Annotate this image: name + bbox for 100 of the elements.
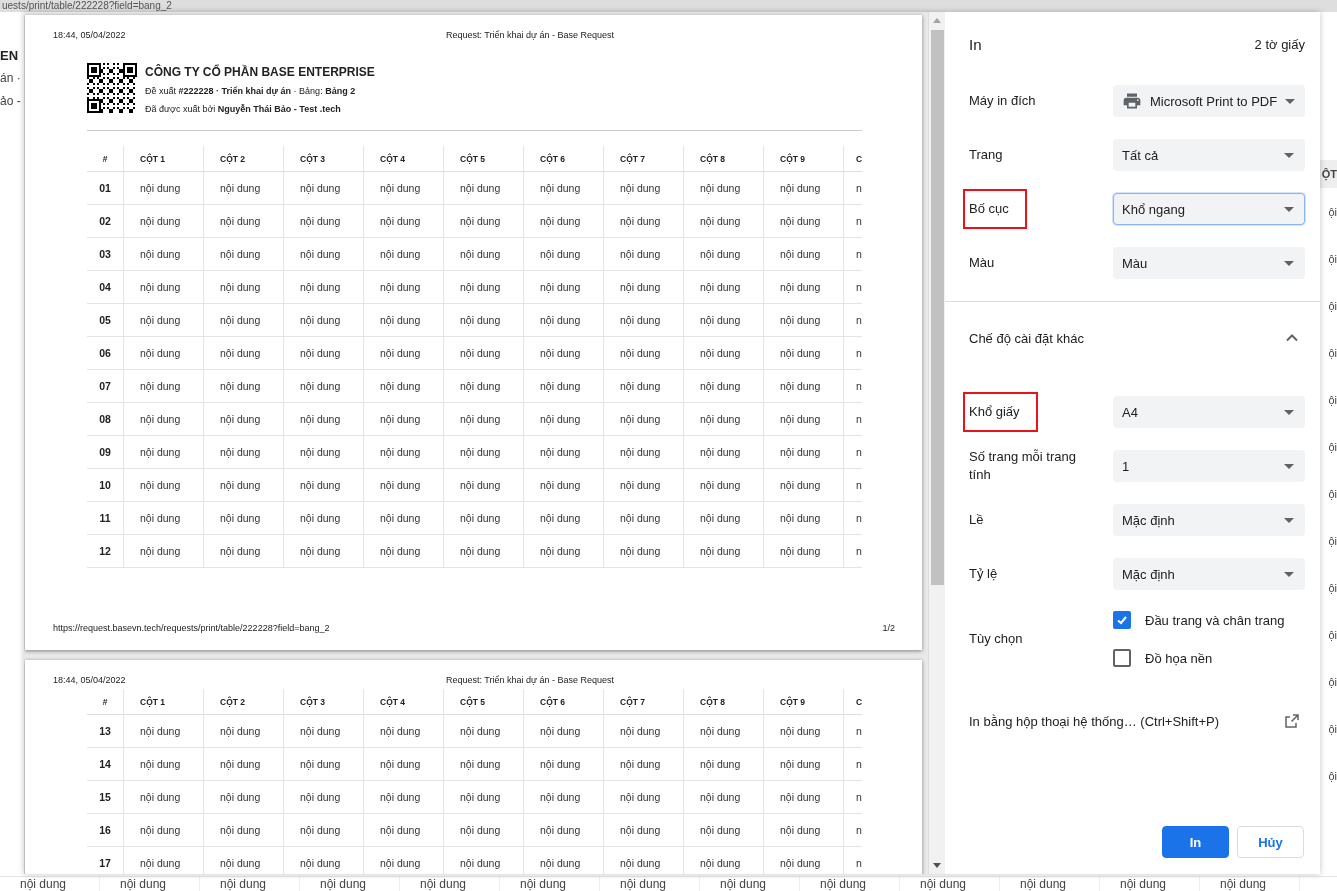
table-cell: nội dung [763,781,843,814]
checkbox[interactable] [1113,649,1131,667]
field-label: Bố cục [963,189,1027,229]
row-number: 17 [87,847,123,874]
table-cell: nội dung [203,502,283,535]
table-cell: nội dung [363,403,443,436]
background-text: ỘT [1321,168,1337,180]
table-cell: nội dung [203,469,283,502]
table-cell: n [843,715,862,748]
background-text: ội [1328,439,1337,455]
table-cell: nội dung [763,748,843,781]
table-cell: nội dung [603,847,683,874]
table-cell: nội dung [363,205,443,238]
column-header: C [843,689,862,715]
table-cell: nội dung [683,469,763,502]
dialog-title: In [969,35,982,53]
background-cell: nội dung [800,877,900,891]
table-cell: nội dung [363,715,443,748]
row-number: 03 [87,238,123,271]
print-button[interactable]: In [1162,826,1229,858]
table-cell: n [843,469,862,502]
column-header: CỘT 3 [283,146,363,172]
table-cell: nội dung [603,271,683,304]
cancel-button[interactable]: Hủy [1237,826,1304,858]
table-cell: nội dung [363,370,443,403]
table-cell: nội dung [203,370,283,403]
checkbox[interactable] [1113,611,1131,629]
table-cell: nội dung [443,847,523,874]
background-text: ội [1328,533,1337,549]
dropdown[interactable]: Mặc định [1113,504,1305,536]
table-cell: n [843,781,862,814]
table-cell: nội dung [523,304,603,337]
column-header: CỘT 9 [763,146,843,172]
company-name: CÔNG TY CỔ PHẦN BASE ENTERPRISE [145,65,375,80]
dropdown[interactable]: Màu [1113,247,1305,279]
table-cell: n [843,370,862,403]
table-cell: nội dung [443,238,523,271]
background-cell: nội dung [200,877,300,891]
page-header-title: Request: Triển khai dự án - Base Request [446,29,615,41]
table-cell: nội dung [763,172,843,205]
qr-code-icon [87,63,137,113]
table-cell: nội dung [363,172,443,205]
dropdown[interactable]: 1 [1113,450,1305,482]
table-cell: nội dung [283,781,363,814]
background-cell: nội dung [1100,877,1200,891]
table-cell: nội dung [763,814,843,847]
table-cell: nội dung [603,535,683,568]
caret-icon [1285,98,1296,104]
printer-icon [1122,91,1142,111]
table-cell: nội dung [203,814,283,847]
system-dialog-link[interactable]: In bằng hộp thoại hệ thống… (Ctrl+Shift+P) [969,713,1220,729]
table-cell: nội dung [603,205,683,238]
table-cell: nội dung [683,535,763,568]
table-cell: nội dung [123,205,203,238]
page-header-time: 18:44, 05/04/2022 [53,674,126,686]
table-cell: nội dung [523,238,603,271]
table-cell: nội dung [363,535,443,568]
table-cell: nội dung [763,436,843,469]
option-label: Đầu trang và chân trang [1145,612,1285,628]
dropdown[interactable]: Khổ ngang [1113,193,1305,225]
column-header: CỘT 4 [363,146,443,172]
field-label: Trang [969,146,1003,164]
table-cell: n [843,502,862,535]
table-cell: n [843,814,862,847]
table-cell: nội dung [283,337,363,370]
table-cell: nội dung [203,781,283,814]
page-header-title: Request: Triển khai dự án - Base Request [446,674,615,686]
background-cell: nội dung [900,877,1000,891]
background-text: ội [1328,204,1337,220]
column-header: CỘT 8 [683,146,763,172]
background-text: ội [1328,768,1337,784]
background-cell: nội dung [0,877,100,891]
row-number: 09 [87,436,123,469]
table-cell: nội dung [763,370,843,403]
table-cell: nội dung [363,781,443,814]
scrollbar[interactable] [928,12,945,874]
dropdown[interactable]: Microsoft Print to PDF [1113,85,1305,117]
background-cell: nội dung [400,877,500,891]
table-cell: nội dung [763,271,843,304]
background-text: ội [1328,486,1337,502]
caret-icon [1284,571,1294,577]
column-header: CỘT 2 [203,146,283,172]
table-cell: nội dung [283,205,363,238]
dropdown[interactable]: Tất cả [1113,139,1305,171]
section-toggle[interactable]: Chế độ cài đặt khác [969,302,1305,374]
table-cell: nội dung [363,271,443,304]
table-cell: nội dung [443,271,523,304]
dropdown[interactable]: A4 [1113,396,1305,428]
table-cell: nội dung [283,172,363,205]
table-cell: nội dung [603,469,683,502]
background-text: án · [0,71,22,86]
dropdown[interactable]: Mặc định [1113,558,1305,590]
table-cell: nội dung [523,781,603,814]
table-cell: nội dung [283,847,363,874]
table-cell: nội dung [603,238,683,271]
table-cell: nội dung [363,304,443,337]
table-cell: n [843,238,862,271]
row-number: 15 [87,781,123,814]
background-cell: nội dung [600,877,700,891]
background-cell: nội dung [1200,877,1300,891]
